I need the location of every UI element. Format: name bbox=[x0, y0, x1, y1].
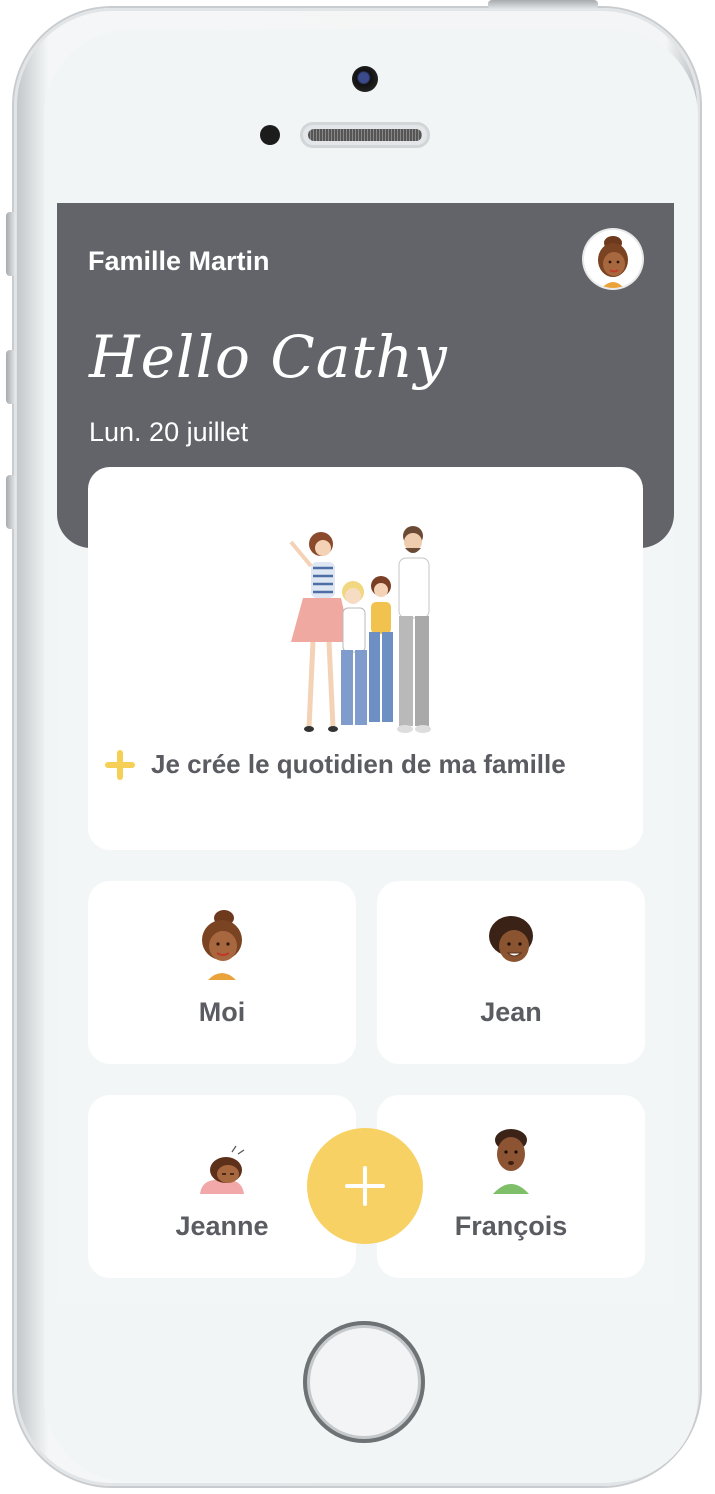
home-button[interactable] bbox=[303, 1321, 425, 1443]
greeting-title: Hello Cathy bbox=[89, 323, 448, 391]
member-name: Moi bbox=[198, 997, 246, 1027]
member-avatar-icon bbox=[489, 916, 533, 962]
plus-icon bbox=[105, 749, 135, 780]
create-routine-action[interactable]: Je crée le quotidien de ma famille bbox=[105, 749, 566, 780]
member-card-moi[interactable]: Moi bbox=[88, 881, 356, 1064]
volume-up-button bbox=[6, 350, 16, 404]
member-avatar-icon bbox=[202, 910, 242, 980]
create-routine-label: Je crée le quotidien de ma famille bbox=[151, 749, 566, 779]
family-name: Famille Martin bbox=[88, 246, 270, 276]
member-avatar-icon bbox=[200, 1145, 245, 1194]
member-name: Jean bbox=[480, 997, 542, 1027]
family-routine-card[interactable]: Je crée le quotidien de ma famille bbox=[88, 467, 643, 850]
volume-down-button bbox=[6, 475, 16, 529]
front-camera bbox=[352, 66, 378, 92]
member-avatar-icon bbox=[493, 1129, 529, 1194]
current-date: Lun. 20 juillet bbox=[89, 417, 249, 447]
add-member-button[interactable] bbox=[307, 1128, 423, 1244]
member-card-jean[interactable]: Jean bbox=[377, 881, 645, 1064]
proximity-sensor bbox=[260, 125, 280, 145]
user-avatar[interactable] bbox=[584, 230, 642, 288]
mute-switch bbox=[6, 212, 16, 276]
earpiece-speaker bbox=[300, 122, 430, 148]
member-name: François bbox=[454, 1211, 568, 1241]
app-screen: Famille Martin Hello Cathy Lun. 20 juill… bbox=[57, 203, 674, 1303]
family-illustration bbox=[289, 526, 431, 733]
power-button bbox=[488, 0, 598, 10]
avatar-face-icon bbox=[598, 236, 628, 288]
